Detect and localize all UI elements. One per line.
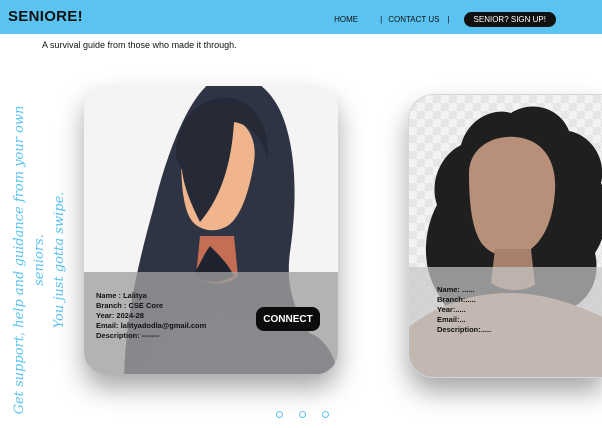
senior-signup-button[interactable]: SENIOR? SIGN UP! bbox=[463, 12, 556, 27]
brand-logo[interactable]: SENIORE! bbox=[8, 8, 83, 25]
senior-card-next[interactable]: Name: ...... Branch:..... Year:..... Ema… bbox=[408, 94, 602, 378]
nav-links: HOME | CONTACT US | SENIOR? SIGN UP! bbox=[334, 12, 556, 27]
nav-separator: | bbox=[380, 15, 383, 24]
side-script-line-1: Get support, help and guidance from your… bbox=[12, 105, 47, 415]
side-script-text: Get support, help and guidance from your… bbox=[10, 100, 70, 420]
nav-home[interactable]: HOME bbox=[334, 15, 358, 24]
carousel-dot-3[interactable] bbox=[322, 411, 329, 418]
side-script-line-2: You just gotta swipe. bbox=[52, 191, 67, 329]
senior-description: Description: ------- bbox=[96, 331, 160, 340]
senior-email: Email: lalityadodla@gmail.com bbox=[96, 321, 207, 330]
senior-email-next: Email:... bbox=[437, 315, 466, 324]
nav-contact-us[interactable]: CONTACT US bbox=[388, 15, 439, 24]
senior-name-next: Name: ...... bbox=[437, 285, 475, 294]
senior-name: Name : Lalitya bbox=[96, 291, 147, 300]
senior-year: Year: 2024-28 bbox=[96, 311, 144, 320]
senior-info-next: Name: ...... Branch:..... Year:..... Ema… bbox=[437, 285, 491, 335]
senior-info: Name : Lalitya Branch : CSE Core Year: 2… bbox=[96, 291, 206, 341]
senior-description-next: Description:..... bbox=[437, 325, 492, 334]
carousel-dot-2[interactable] bbox=[299, 411, 306, 418]
carousel-dot-1[interactable] bbox=[276, 411, 283, 418]
carousel-pagination bbox=[276, 411, 329, 418]
top-navbar: SENIORE! HOME | CONTACT US | SENIOR? SIG… bbox=[0, 0, 602, 34]
tagline: A survival guide from those who made it … bbox=[42, 40, 237, 50]
senior-year-next: Year:..... bbox=[437, 305, 466, 314]
senior-branch-next: Branch:..... bbox=[437, 295, 476, 304]
connect-button[interactable]: CONNECT bbox=[256, 307, 320, 331]
nav-separator: | bbox=[447, 15, 450, 24]
senior-card[interactable]: Name : Lalitya Branch : CSE Core Year: 2… bbox=[84, 86, 338, 374]
senior-branch: Branch : CSE Core bbox=[96, 301, 164, 310]
